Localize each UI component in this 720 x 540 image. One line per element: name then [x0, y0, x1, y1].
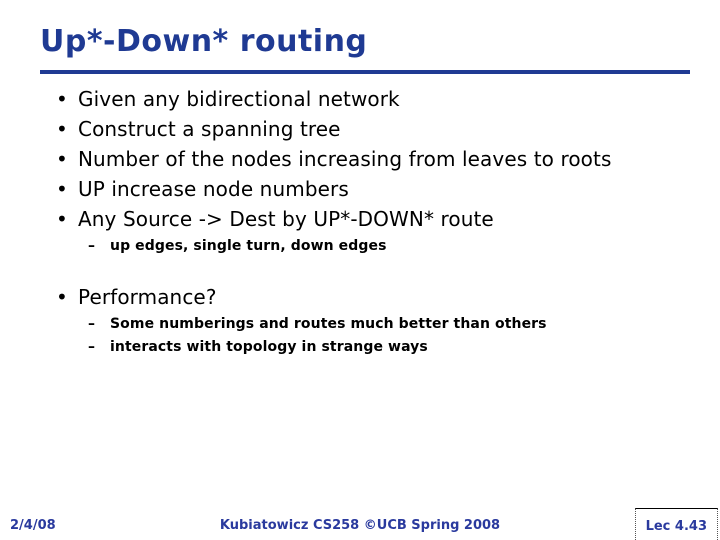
slide-body: • Given any bidirectional network • Cons…: [40, 86, 690, 359]
dash-marker-icon: –: [88, 316, 96, 332]
list-item-label: Performance?: [78, 285, 217, 309]
page-title: Up*-Down* routing: [40, 24, 368, 59]
list-item: • UP increase node numbers: [40, 176, 690, 203]
footer-lecture-box: Lec 4.43: [634, 508, 718, 540]
bullet-marker-icon: •: [56, 87, 68, 111]
list-item-performance: • Performance?: [40, 284, 690, 311]
slide-footer: 2/4/08 Kubiatowicz CS258 ©UCB Spring 200…: [0, 508, 720, 540]
list-item-label: Number of the nodes increasing from leav…: [78, 147, 612, 171]
sub-list-item-label: Some numberings and routes much better t…: [110, 316, 547, 332]
bullet-marker-icon: •: [56, 147, 68, 171]
dash-marker-icon: –: [88, 238, 96, 254]
sub-list-item: – interacts with topology in strange way…: [40, 337, 690, 358]
footer-lecture-number: Lec 4.43: [645, 519, 707, 534]
bullet-marker-icon: •: [56, 207, 68, 231]
bullet-marker-icon: •: [56, 117, 68, 141]
list-item: • Construct a spanning tree: [40, 116, 690, 143]
list-item: • Given any bidirectional network: [40, 86, 690, 113]
sub-list-item: – up edges, single turn, down edges: [40, 236, 690, 257]
footer-attribution: Kubiatowicz CS258 ©UCB Spring 2008: [219, 518, 501, 533]
sub-list-item-label: up edges, single turn, down edges: [110, 238, 387, 254]
bullet-marker-icon: •: [56, 177, 68, 201]
list-item-label: Given any bidirectional network: [78, 87, 400, 111]
sub-list-item-label: interacts with topology in strange ways: [110, 339, 428, 355]
dash-marker-icon: –: [88, 339, 96, 355]
title-underline-rule: [40, 70, 690, 74]
list-item-label: Any Source -> Dest by UP*-DOWN* route: [78, 207, 494, 231]
sub-list-item: – Some numberings and routes much better…: [40, 314, 690, 335]
slide-canvas: Up*-Down* routing • Given any bidirectio…: [0, 0, 720, 540]
list-item: • Number of the nodes increasing from le…: [40, 146, 690, 173]
bullet-marker-icon: •: [56, 285, 68, 309]
list-item-label: UP increase node numbers: [78, 177, 349, 201]
list-item: • Any Source -> Dest by UP*-DOWN* route: [40, 206, 690, 233]
list-item-label: Construct a spanning tree: [78, 117, 341, 141]
